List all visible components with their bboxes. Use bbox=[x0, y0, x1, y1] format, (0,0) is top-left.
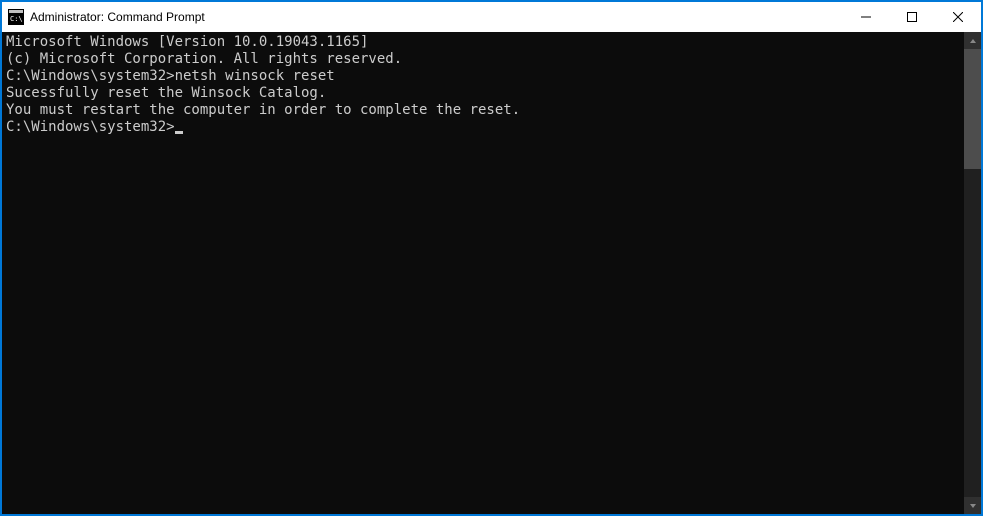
scroll-down-icon[interactable] bbox=[964, 497, 981, 514]
console-container: Microsoft Windows [Version 10.0.19043.11… bbox=[2, 32, 981, 514]
prompt-text: C:\Windows\system32> bbox=[6, 68, 175, 84]
console-line: C:\Windows\system32> bbox=[6, 119, 960, 136]
console-line: C:\Windows\system32>netsh winsock reset bbox=[6, 68, 960, 85]
svg-text:C:\: C:\ bbox=[10, 15, 23, 23]
console-output[interactable]: Microsoft Windows [Version 10.0.19043.11… bbox=[2, 32, 964, 514]
titlebar[interactable]: C:\ Administrator: Command Prompt bbox=[2, 2, 981, 32]
console-line: (c) Microsoft Corporation. All rights re… bbox=[6, 51, 960, 68]
command-text: netsh winsock reset bbox=[175, 68, 335, 84]
prompt-text: C:\Windows\system32> bbox=[6, 119, 175, 135]
vertical-scrollbar[interactable] bbox=[964, 32, 981, 514]
scroll-thumb[interactable] bbox=[964, 49, 981, 169]
console-line: You must restart the computer in order t… bbox=[6, 102, 960, 119]
window-title: Administrator: Command Prompt bbox=[30, 10, 843, 24]
window-controls bbox=[843, 2, 981, 32]
scroll-up-icon[interactable] bbox=[964, 32, 981, 49]
close-button[interactable] bbox=[935, 2, 981, 32]
cmd-icon: C:\ bbox=[8, 9, 24, 25]
cursor bbox=[175, 131, 183, 134]
minimize-button[interactable] bbox=[843, 2, 889, 32]
cmd-window: C:\ Administrator: Command Prompt Micros… bbox=[1, 1, 982, 515]
maximize-button[interactable] bbox=[889, 2, 935, 32]
console-line: Sucessfully reset the Winsock Catalog. bbox=[6, 85, 960, 102]
console-line: Microsoft Windows [Version 10.0.19043.11… bbox=[6, 34, 960, 51]
